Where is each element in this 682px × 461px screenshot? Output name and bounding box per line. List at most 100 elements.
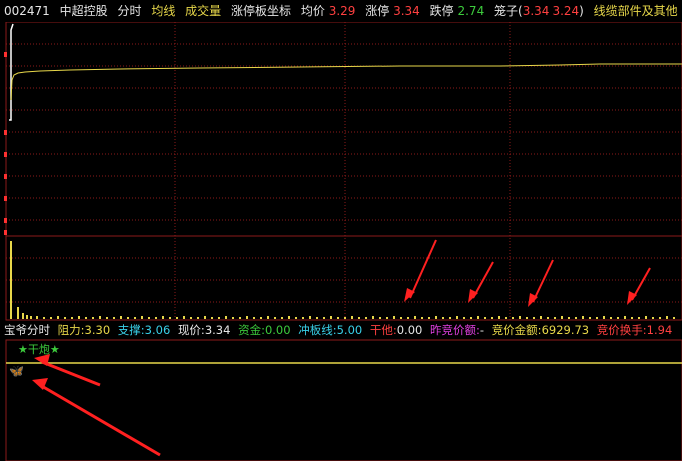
industry-more[interactable]: 线缆部件及其他: [594, 4, 678, 18]
volume-bar: [491, 317, 493, 319]
volume-bar: [92, 317, 94, 319]
volume-bar: [603, 316, 605, 319]
volume-bar: [498, 316, 500, 319]
volume-bar: [617, 317, 619, 319]
indicator-name[interactable]: 宝爷分时: [4, 323, 50, 337]
volume-bar: [239, 317, 241, 319]
price-label: 现价:: [177, 323, 205, 337]
volume-bar: [162, 316, 164, 319]
volume-bar: [519, 316, 521, 319]
volume-bar: [36, 316, 38, 319]
indicator-panel: [5, 339, 682, 461]
volume-bar: [10, 241, 12, 319]
volume-bar: [106, 317, 108, 319]
tab-limit[interactable]: 涨停板坐标: [231, 4, 291, 18]
volume-bar: [442, 317, 444, 319]
candle-v1: 3.34: [522, 4, 550, 18]
volume-bar: [638, 317, 640, 319]
arrow-2: [468, 261, 494, 303]
indicator-bar: 宝爷分时 阻力:3.30 支撑:3.06 现价:3.34 资金:0.00 冲板线…: [0, 321, 682, 339]
volume-bar: [281, 317, 283, 319]
volume-bar: [57, 316, 59, 319]
volume-bar: [470, 317, 472, 319]
volume-bar: [400, 317, 402, 319]
volume-bar: [22, 313, 24, 319]
volume-bar: [169, 317, 171, 319]
fund-label: 资金:: [238, 323, 265, 337]
arrow-3: [528, 259, 554, 307]
volume-bar: [512, 317, 514, 319]
volume-bar: [183, 316, 185, 319]
volume-bar: [666, 316, 668, 319]
volume-bar: [631, 317, 633, 319]
volume-bar: [246, 316, 248, 319]
volume-bar: [190, 317, 192, 319]
volume-bar: [337, 317, 339, 319]
volume-bar: [218, 317, 220, 319]
bid-amount-label: 竞价金额:: [491, 323, 542, 337]
volume-bar: [43, 317, 45, 319]
resist-value: 3.30: [84, 323, 111, 337]
volume-bar: [113, 317, 115, 319]
volume-bar: [141, 316, 143, 319]
volume-bar: [26, 315, 28, 319]
volume-bar: [344, 317, 346, 319]
price-panel: [4, 21, 682, 321]
volume-bar: [253, 317, 255, 319]
candle-v2: 3.24: [552, 4, 580, 18]
volume-bar: [596, 317, 598, 319]
bid-turnover-value: 1.94: [646, 323, 673, 337]
limit-up-value: 3.34: [393, 4, 420, 18]
volume-bar: [449, 317, 451, 319]
annotation-arrows: [32, 239, 651, 457]
stock-code[interactable]: 002471: [4, 4, 50, 18]
support-label: 支撑:: [117, 323, 145, 337]
price-value: 3.34: [204, 323, 231, 337]
volume-bar: [197, 317, 199, 319]
candle-close: ): [579, 4, 584, 18]
volume-bar: [99, 316, 101, 319]
butterfly-icon: 🦋: [9, 364, 24, 378]
volume-bar: [365, 317, 367, 319]
volume-bar: [295, 317, 297, 319]
limit-down-value: 2.74: [457, 4, 485, 18]
arrow-4: [627, 267, 651, 305]
tab-volume[interactable]: 成交量: [185, 4, 221, 18]
volume-bar: [540, 316, 542, 319]
volume-bar: [456, 316, 458, 319]
volume-bar: [533, 317, 535, 319]
volume-bar: [393, 316, 395, 319]
volume-bar: [302, 317, 304, 319]
tab-avg[interactable]: 均线: [151, 4, 175, 18]
volume-bar: [610, 317, 612, 319]
volume-bar: [554, 317, 556, 319]
volume-bar: [323, 317, 325, 319]
volume-bar: [225, 316, 227, 319]
volume-bar: [211, 317, 213, 319]
volume-bar: [260, 317, 262, 319]
bid-amount-value: 6929.73: [541, 323, 590, 337]
volume-bar: [428, 317, 430, 319]
volume-bar: [414, 316, 416, 319]
volume-bar: [176, 317, 178, 319]
volume-bar: [624, 316, 626, 319]
limit-down-label: 跌停: [429, 4, 454, 18]
stock-name[interactable]: 中超控股: [60, 4, 108, 18]
bid-turnover-label: 竞价换手:: [596, 323, 647, 337]
tab-time[interactable]: 分时: [117, 4, 141, 18]
price-line: [10, 63, 682, 101]
volume-bar: [659, 317, 661, 319]
volume-bar: [477, 316, 479, 319]
volume-bar: [232, 317, 234, 319]
volume-bar: [484, 317, 486, 319]
volume-bar: [582, 316, 584, 319]
stock-header: 002471 中超控股 分时 均线 成交量 涨停板坐标 均价 3.29 涨停 3…: [0, 0, 682, 22]
fund-value: 0.00: [264, 323, 291, 337]
volume-bar: [330, 316, 332, 319]
volume-bar: [71, 317, 73, 319]
avg-label: 均价: [300, 4, 325, 18]
volume-bar: [17, 307, 19, 319]
prev-bid-value: -: [479, 323, 485, 337]
volume-bar: [204, 316, 206, 319]
limit-up-label: 涨停: [365, 4, 390, 18]
